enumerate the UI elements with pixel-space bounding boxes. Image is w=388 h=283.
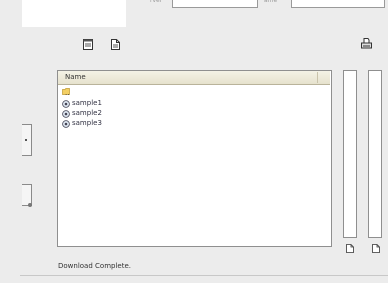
page-icon[interactable] (372, 244, 380, 253)
name-column-label: Name (65, 73, 86, 81)
printer-icon[interactable] (360, 37, 373, 50)
status-text: Download Complete. (58, 262, 131, 270)
file-icon (62, 110, 70, 118)
document-icon[interactable] (109, 38, 121, 50)
list-item-label: sample1 (72, 99, 102, 107)
column-header-filler (317, 72, 330, 83)
name-field-label: ame (264, 0, 278, 4)
name-column-header[interactable]: Name (58, 71, 330, 85)
list-item-label: sample3 (72, 119, 102, 127)
top-white-panel (22, 0, 126, 27)
left-panel-handle[interactable] (22, 184, 32, 207)
server-field-label: rver (150, 0, 163, 4)
list-item-label: sample2 (72, 109, 102, 117)
left-panel-tab[interactable] (22, 124, 32, 156)
file-icon (62, 100, 70, 108)
page-icon[interactable] (346, 244, 354, 253)
notepad-icon[interactable] (82, 38, 94, 50)
vertical-scrollbar-right[interactable] (368, 70, 382, 238)
file-list-panel (57, 70, 332, 247)
bottom-divider (20, 275, 388, 276)
server-input[interactable] (172, 0, 258, 8)
list-item-label: .. (65, 89, 70, 97)
vertical-scrollbar-left[interactable] (343, 70, 357, 238)
file-icon (62, 120, 70, 128)
name-input[interactable] (291, 0, 385, 8)
